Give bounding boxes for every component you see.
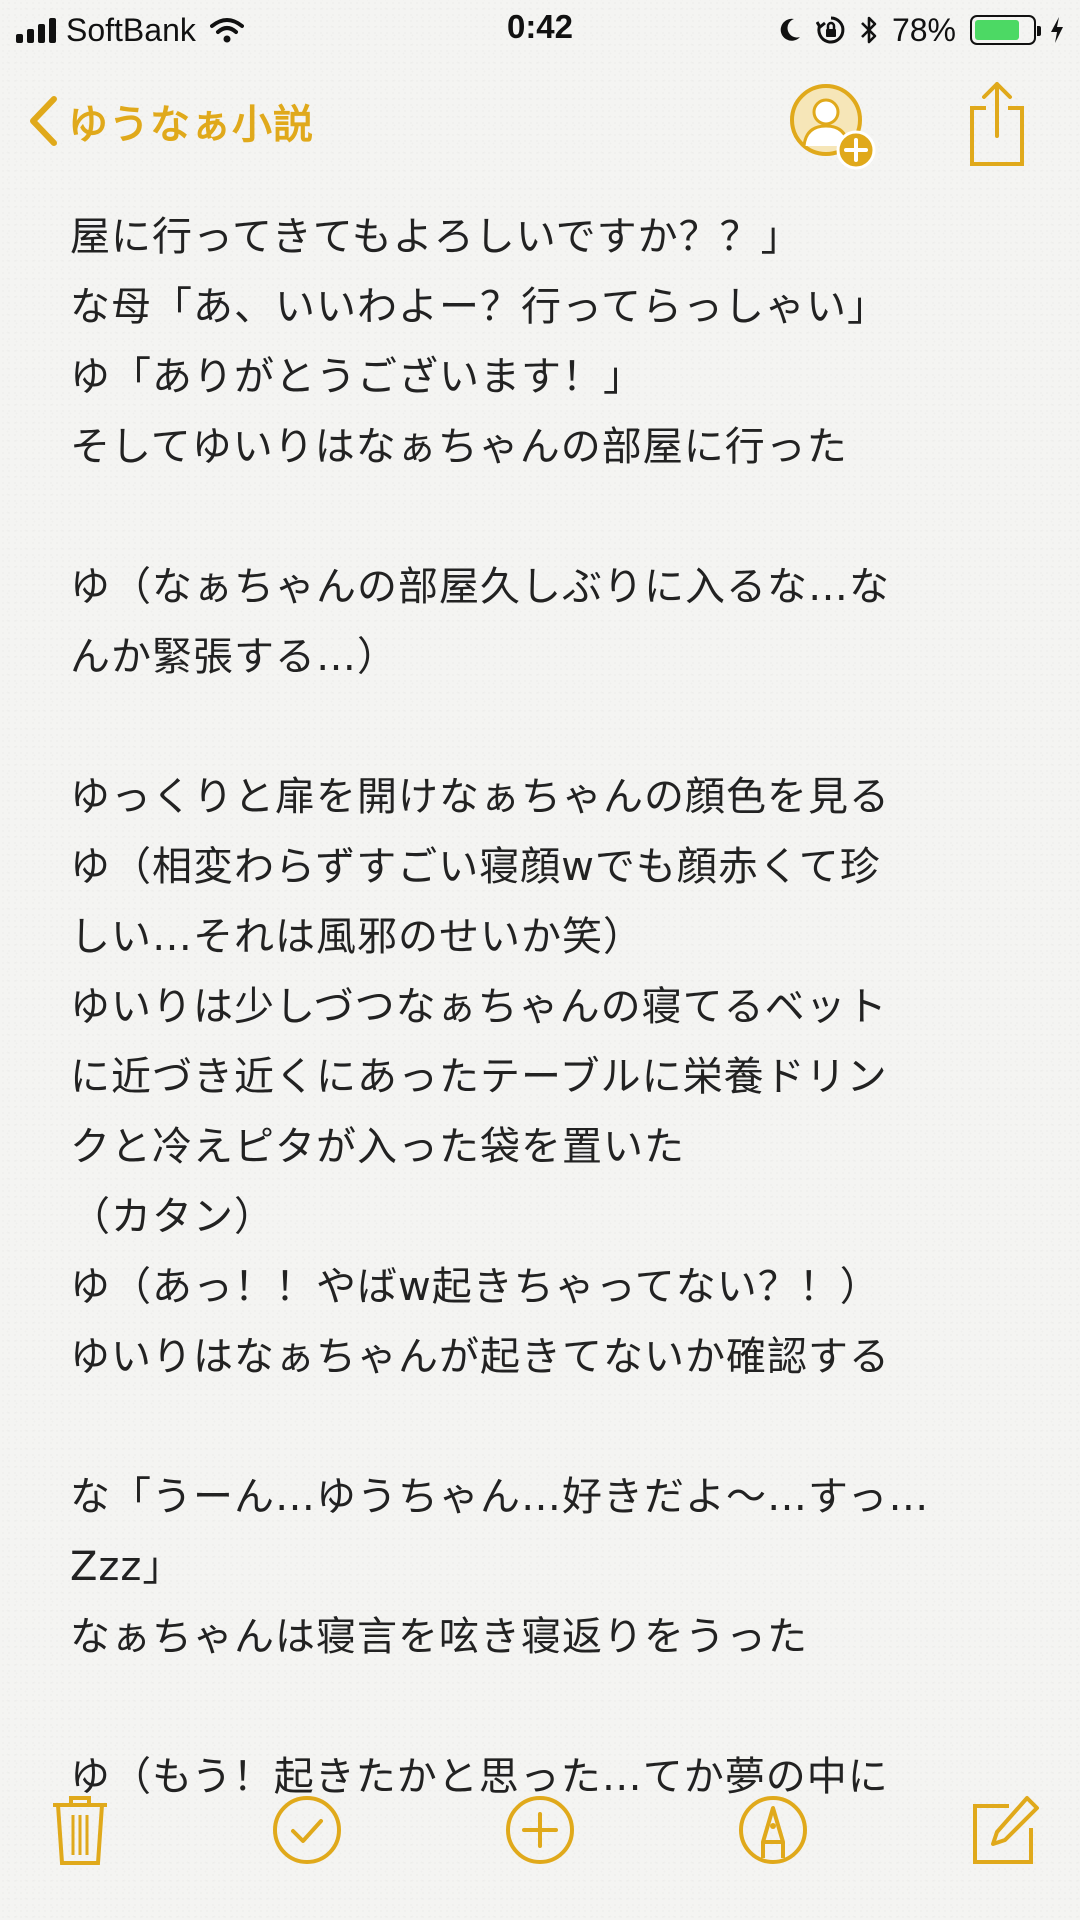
chevron-left-icon	[30, 96, 57, 146]
back-button-label: ゆうなぁ小説	[68, 102, 314, 148]
note-line: なぁちゃんは寝言を呟き寝返りをうった	[70, 1614, 808, 1660]
note-line: しい…それは風邪のせいか笑）	[70, 914, 644, 960]
battery-percentage: 78%	[891, 11, 956, 48]
trash-icon	[53, 1796, 107, 1865]
moon-icon	[780, 18, 800, 41]
note-line: に近づき近くにあったテーブルに栄養ドリン	[70, 1054, 888, 1100]
note-line	[70, 1672, 1030, 1742]
add-people-icon[interactable]	[788, 82, 878, 172]
note-line: な「うーん…ゆうちゃん…好きだよ〜…すっ…	[70, 1474, 930, 1520]
checklist-button[interactable]	[262, 1780, 352, 1880]
note-line: んか緊張する…）	[70, 634, 398, 680]
status-bar: SoftBank 0:42 78%	[0, 0, 1080, 60]
delete-button[interactable]	[35, 1780, 125, 1880]
orientation-lock-icon	[815, 16, 845, 44]
note-line	[70, 1392, 1030, 1462]
charging-bolt-icon	[1051, 17, 1063, 43]
navigation-bar: ゆうなぁ小説	[0, 60, 1080, 180]
add-attachment-button[interactable]	[495, 1780, 585, 1880]
plus-circle-icon	[506, 1796, 574, 1864]
note-line: な母「あ、いいわよー？行ってらっしゃい」	[70, 284, 888, 330]
back-button[interactable]: ゆうなぁ小説	[28, 92, 314, 150]
compose-icon	[973, 1796, 1039, 1864]
status-right: 78%	[778, 10, 1064, 50]
checkmark-circle-icon	[273, 1796, 341, 1864]
note-line: ゆ（相変わらずすごい寝顔wでも顔赤くて珍	[70, 844, 881, 890]
note-line: クと冷えピタが入った袋を置いた	[70, 1124, 685, 1170]
battery-fill	[975, 20, 1019, 40]
note-line: Zzz」	[70, 1544, 184, 1590]
note-line: ゆ「ありがとうございます！」	[70, 354, 644, 400]
share-icon[interactable]	[966, 78, 1028, 168]
compose-button[interactable]	[960, 1780, 1050, 1880]
note-line	[70, 482, 1030, 552]
note-line: （カタン）	[70, 1194, 275, 1240]
battery-icon	[970, 15, 1041, 45]
bluetooth-icon	[861, 16, 877, 44]
note-body[interactable]: 屋に行ってきてもよろしいですか？？」な母「あ、いいわよー？行ってらっしゃい」 ゆ「…	[70, 202, 1030, 1812]
note-line: ゆ（あっ！！やばw起きちゃってない？！）	[70, 1264, 881, 1310]
bottom-toolbar	[0, 1780, 1080, 1920]
note-line: 屋に行ってきてもよろしいですか？？」	[70, 214, 802, 260]
note-line: ゆ（なぁちゃんの部屋久しぶりに入るな…な	[70, 564, 890, 610]
note-line: ゆいりは少しづつなぁちゃんの寝てるベット	[70, 984, 888, 1030]
note-line: そしてゆいりはなぁちゃんの部屋に行った	[70, 424, 848, 470]
note-line: ゆいりはなぁちゃんが起きてないか確認する	[70, 1334, 890, 1380]
pen-tip-circle-icon	[739, 1796, 807, 1864]
note-line: ゆっくりと扉を開けなぁちゃんの顔色を見る	[70, 774, 890, 820]
sketch-button[interactable]	[728, 1780, 818, 1880]
note-line	[70, 692, 1030, 762]
